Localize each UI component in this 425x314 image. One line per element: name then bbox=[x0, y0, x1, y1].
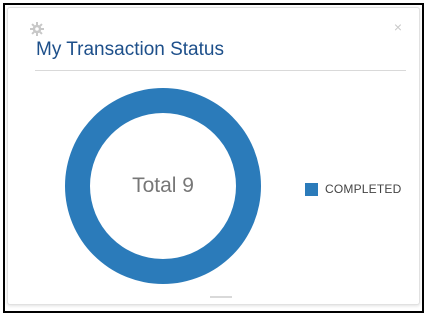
legend-swatch-completed bbox=[305, 182, 318, 196]
screenshot-frame: × My Transaction Status Total 9 COMPLETE… bbox=[3, 3, 424, 313]
donut-center-total: Total 9 bbox=[132, 174, 194, 197]
title-divider bbox=[35, 70, 406, 71]
transaction-status-widget: × My Transaction Status Total 9 COMPLETE… bbox=[7, 7, 420, 305]
close-icon[interactable]: × bbox=[394, 20, 402, 34]
gear-icon[interactable] bbox=[30, 22, 44, 36]
widget-title: My Transaction Status bbox=[36, 39, 224, 60]
chart-legend[interactable]: COMPLETED bbox=[305, 182, 401, 196]
legend-label-completed: COMPLETED bbox=[325, 182, 402, 196]
resize-handle[interactable] bbox=[210, 296, 232, 298]
